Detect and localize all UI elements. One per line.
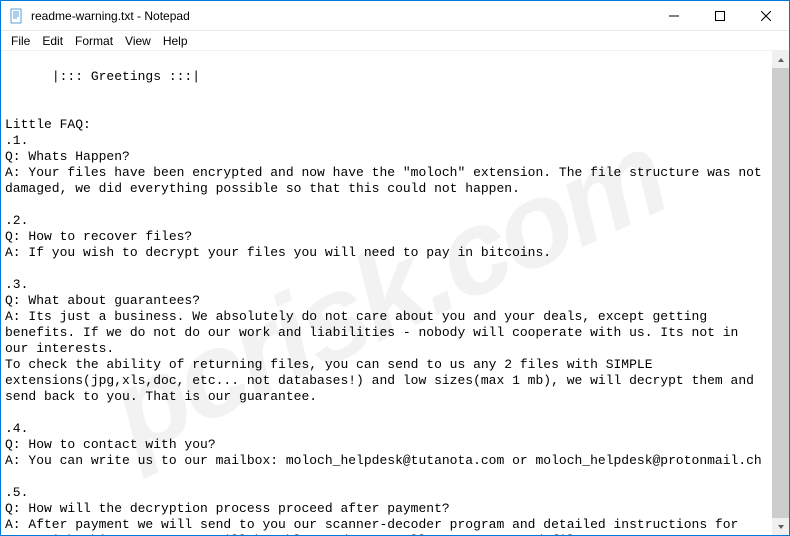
menu-edit[interactable]: Edit bbox=[36, 33, 69, 49]
vertical-scrollbar[interactable] bbox=[772, 51, 789, 535]
notepad-window: readme-warning.txt - Notepad File Edit F… bbox=[0, 0, 790, 536]
close-icon bbox=[761, 11, 771, 21]
scroll-thumb[interactable] bbox=[772, 68, 789, 518]
chevron-up-icon bbox=[777, 56, 785, 64]
menu-help[interactable]: Help bbox=[157, 33, 194, 49]
menubar: File Edit Format View Help bbox=[1, 31, 789, 51]
scroll-track[interactable] bbox=[772, 68, 789, 518]
maximize-icon bbox=[715, 11, 725, 21]
minimize-button[interactable] bbox=[651, 1, 697, 31]
window-title: readme-warning.txt - Notepad bbox=[31, 9, 651, 23]
titlebar: readme-warning.txt - Notepad bbox=[1, 1, 789, 31]
maximize-button[interactable] bbox=[697, 1, 743, 31]
content-wrap: pcrisk.com|::: Greetings :::| Little FAQ… bbox=[1, 51, 789, 535]
minimize-icon bbox=[669, 11, 679, 21]
close-button[interactable] bbox=[743, 1, 789, 31]
notepad-icon bbox=[9, 8, 25, 24]
menu-view[interactable]: View bbox=[119, 33, 157, 49]
text-area[interactable]: pcrisk.com|::: Greetings :::| Little FAQ… bbox=[1, 51, 772, 535]
menu-format[interactable]: Format bbox=[69, 33, 119, 49]
window-controls bbox=[651, 1, 789, 30]
chevron-down-icon bbox=[777, 523, 785, 531]
scroll-up-button[interactable] bbox=[772, 51, 789, 68]
document-text: |::: Greetings :::| Little FAQ: .1. Q: W… bbox=[5, 69, 770, 535]
scroll-down-button[interactable] bbox=[772, 518, 789, 535]
menu-file[interactable]: File bbox=[5, 33, 36, 49]
